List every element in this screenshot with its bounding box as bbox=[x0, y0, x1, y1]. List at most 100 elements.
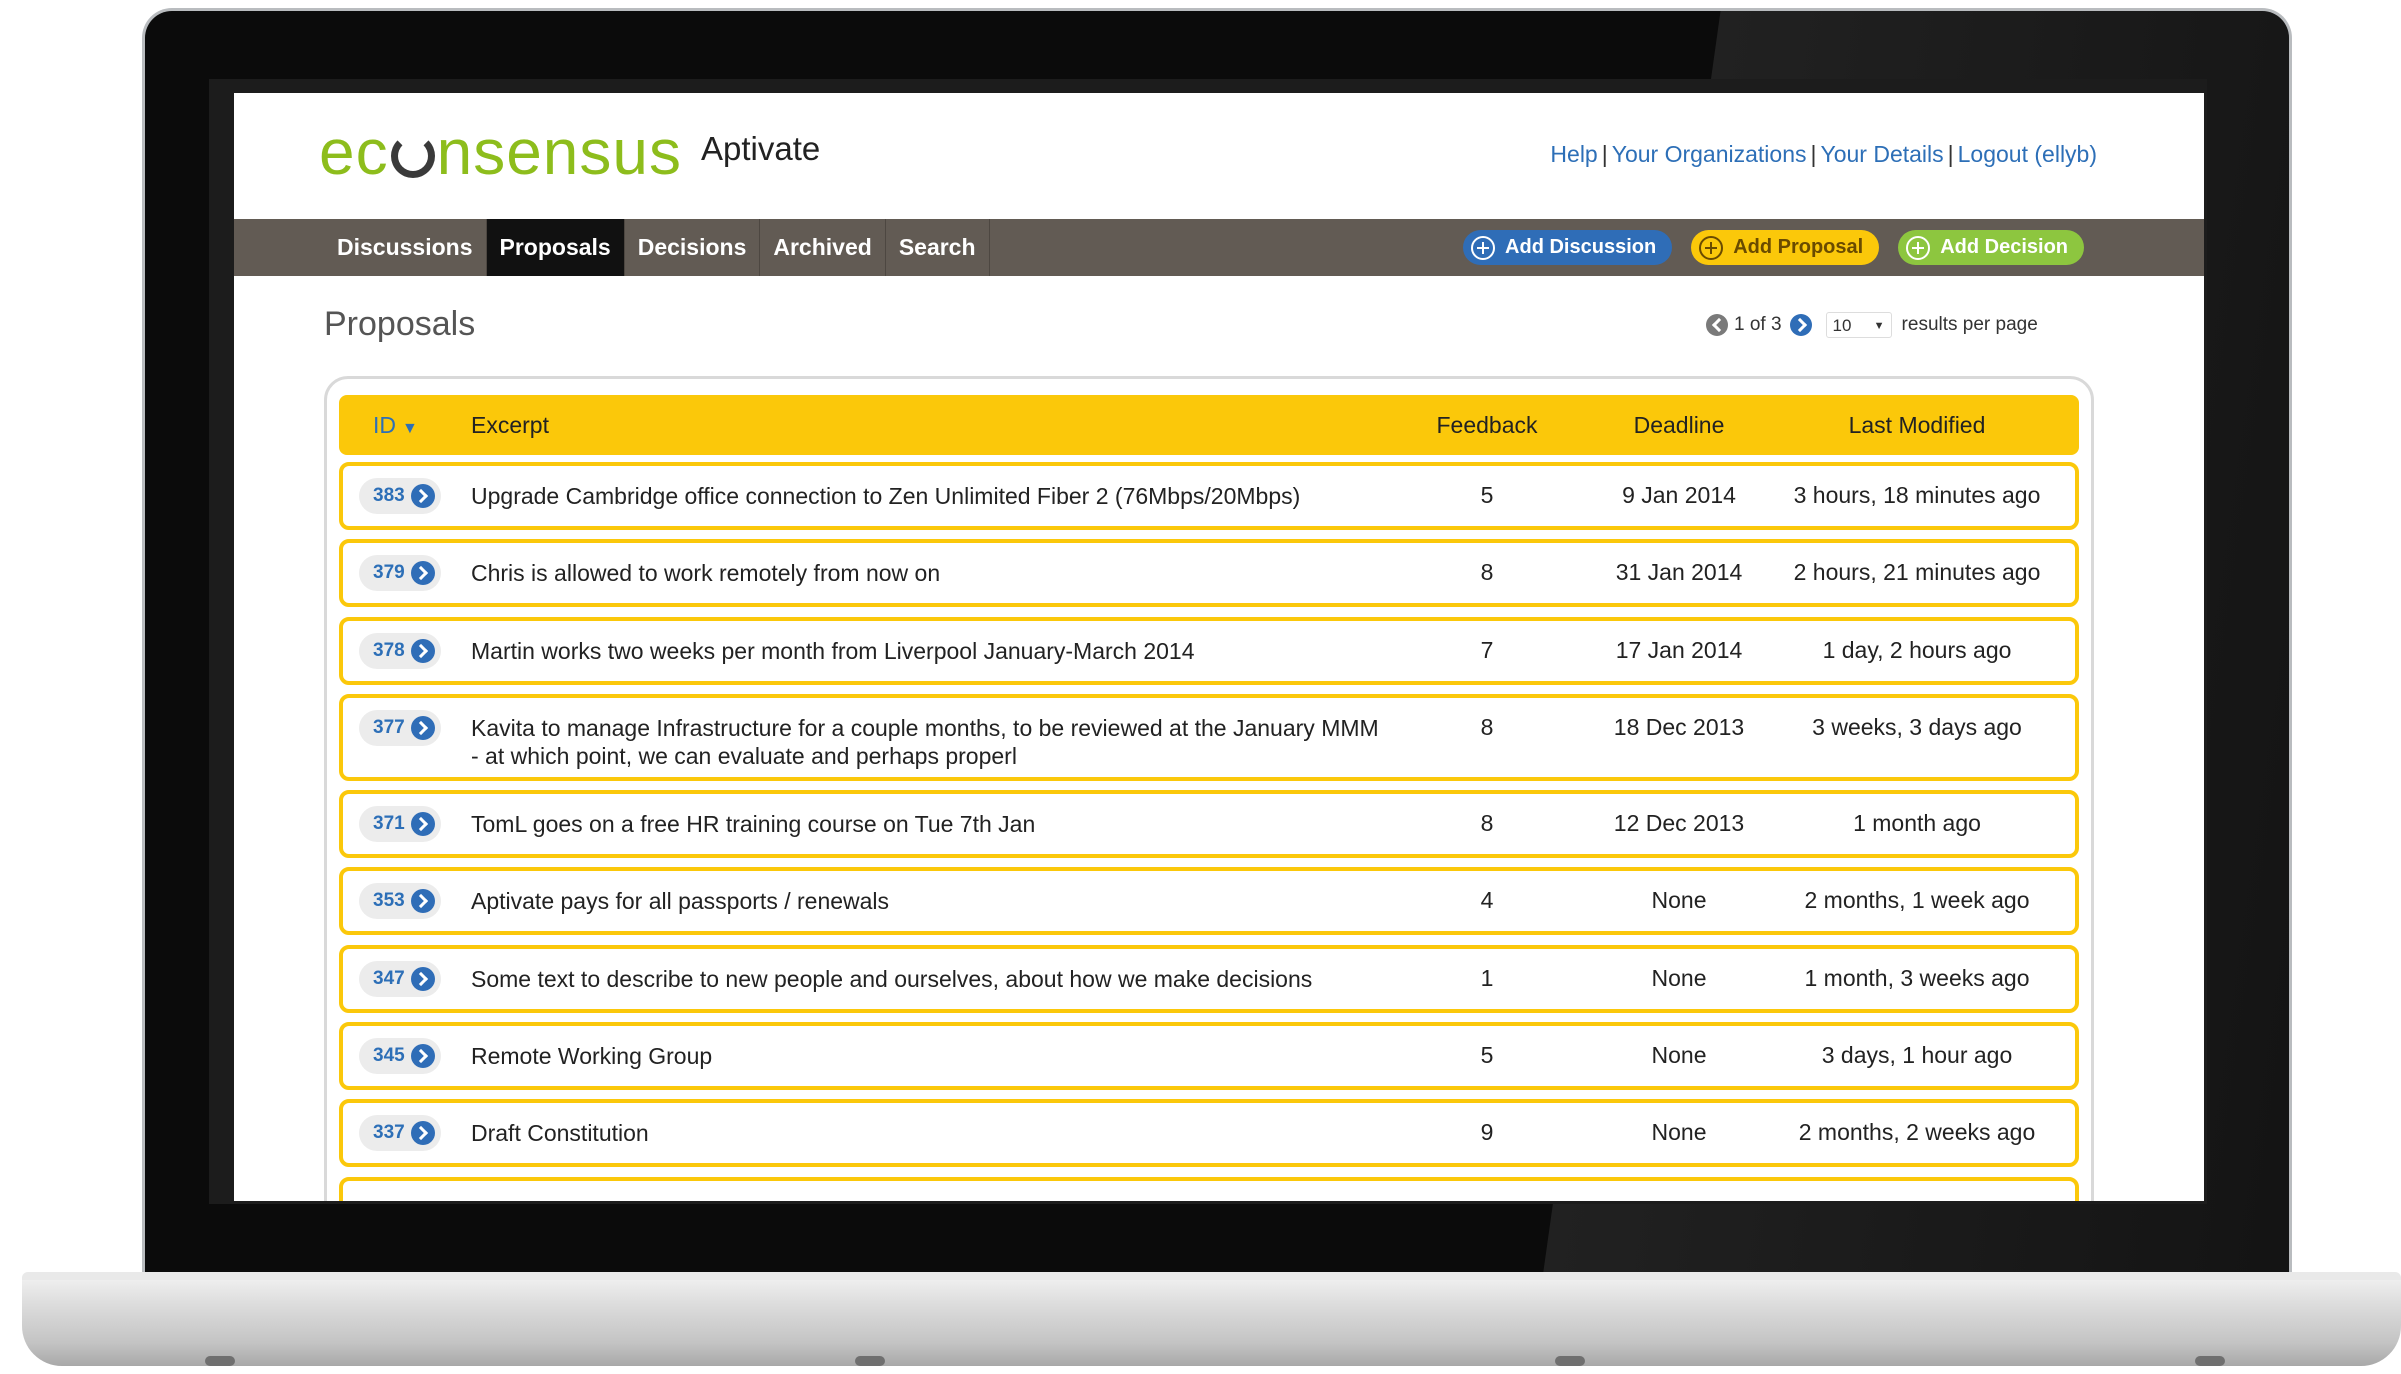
page-title: Proposals bbox=[324, 305, 476, 343]
pagination: 1 of 3 10 results per page bbox=[1706, 312, 2038, 339]
nav-tabs: Discussions Proposals Decisions Archived… bbox=[324, 219, 990, 276]
proposal-id-link[interactable]: 377 bbox=[359, 710, 441, 746]
add-discussion-label: Add Discussion bbox=[1505, 236, 1657, 258]
column-header-deadline[interactable]: Deadline bbox=[1594, 395, 1764, 455]
table-row[interactable]: 379 Chris is allowed to work remotely fr… bbox=[339, 539, 2079, 607]
page-indicator: 1 of 3 bbox=[1734, 314, 1782, 335]
proposal-excerpt[interactable]: Aptivate pays for all passports / renewa… bbox=[471, 887, 1391, 915]
table-row[interactable]: 378 Martin works two weeks per month fro… bbox=[339, 617, 2079, 685]
column-header-excerpt[interactable]: Excerpt bbox=[471, 395, 549, 455]
proposal-id-link[interactable]: 353 bbox=[359, 883, 441, 919]
proposal-excerpt[interactable]: Kavita to manage Infrastructure for a co… bbox=[471, 714, 1391, 770]
proposal-excerpt[interactable]: Remote Working Group bbox=[471, 1042, 1391, 1070]
proposal-id-link[interactable]: 347 bbox=[359, 961, 441, 997]
deadline: 31 Jan 2014 bbox=[1615, 559, 1743, 585]
plus-circle-icon bbox=[1471, 235, 1496, 260]
proposal-excerpt[interactable]: Martin works two weeks per month from Li… bbox=[471, 637, 1391, 665]
tab-archived[interactable]: Archived bbox=[760, 219, 886, 276]
proposal-id-link[interactable]: 379 bbox=[359, 555, 441, 591]
last-modified: 3 hours, 18 minutes ago bbox=[1793, 482, 2041, 508]
proposal-id-link[interactable]: 383 bbox=[359, 478, 441, 514]
logo-ring-icon bbox=[390, 134, 435, 178]
previous-page-icon[interactable] bbox=[1706, 314, 1728, 336]
proposal-id: 378 bbox=[373, 640, 405, 661]
table-row[interactable]: 337 Draft Constitution 9 None 2 months, … bbox=[339, 1099, 2079, 1167]
tab-decisions[interactable]: Decisions bbox=[625, 219, 761, 276]
laptop-foot bbox=[855, 1356, 885, 1366]
plus-circle-icon bbox=[1906, 235, 1931, 260]
arrow-right-circle-icon bbox=[411, 716, 435, 740]
link-separator: | bbox=[1947, 141, 1954, 167]
last-modified: 3 days, 1 hour ago bbox=[1821, 1042, 2013, 1068]
logo-text-prefix: ec bbox=[319, 116, 389, 188]
plus-circle-icon bbox=[1699, 235, 1724, 260]
link-separator: | bbox=[1810, 141, 1817, 167]
laptop-base-edge bbox=[22, 1272, 2401, 1280]
laptop-foot bbox=[1555, 1356, 1585, 1366]
laptop-foot bbox=[2195, 1356, 2225, 1366]
app-header: ec nsensus Aptivate Help | Your Organizatio… bbox=[234, 93, 2204, 205]
econsensus-logo[interactable]: ec nsensus bbox=[319, 115, 682, 189]
feedback-count: 4 bbox=[1480, 887, 1494, 913]
table-row[interactable]: 383 Upgrade Cambridge office connection … bbox=[339, 462, 2079, 530]
proposal-excerpt[interactable]: Chris is allowed to work remotely from n… bbox=[471, 559, 1391, 587]
last-modified: 1 day, 2 hours ago bbox=[1822, 637, 2012, 663]
feedback-count: 8 bbox=[1480, 810, 1494, 836]
proposal-id-link[interactable]: 371 bbox=[359, 806, 441, 842]
column-header-feedback[interactable]: Feedback bbox=[1427, 395, 1547, 455]
sort-descending-icon: ▼ bbox=[402, 420, 418, 437]
table-row[interactable]: 377 Kavita to manage Infrastructure for … bbox=[339, 694, 2079, 781]
logout-link[interactable]: Logout (ellyb) bbox=[1958, 141, 2097, 167]
last-modified: 1 month ago bbox=[1853, 810, 1981, 836]
add-discussion-button[interactable]: Add Discussion bbox=[1463, 230, 1673, 265]
proposal-id: 371 bbox=[373, 813, 405, 834]
last-modified: 3 weeks, 3 days ago bbox=[1812, 714, 2022, 740]
proposal-id-link[interactable]: 345 bbox=[359, 1038, 441, 1074]
table-header: ID ▼ Excerpt Feedback Deadline Last Modif… bbox=[339, 395, 2079, 455]
arrow-right-circle-icon bbox=[411, 639, 435, 663]
table-row[interactable]: 345 Remote Working Group 5 None 3 days, … bbox=[339, 1022, 2079, 1090]
tab-search[interactable]: Search bbox=[886, 219, 990, 276]
proposal-id: 345 bbox=[373, 1045, 405, 1066]
arrow-right-circle-icon bbox=[411, 1121, 435, 1145]
add-decision-label: Add Decision bbox=[1940, 236, 2068, 258]
proposal-excerpt[interactable]: TomL goes on a free HR training course o… bbox=[471, 810, 1391, 838]
proposal-excerpt[interactable]: Some text to describe to new people and … bbox=[471, 965, 1391, 993]
table-row[interactable]: 353 Aptivate pays for all passports / re… bbox=[339, 867, 2079, 935]
add-decision-button[interactable]: Add Decision bbox=[1898, 230, 2084, 265]
proposal-id-link[interactable]: 337 bbox=[359, 1115, 441, 1151]
deadline: 17 Jan 2014 bbox=[1615, 637, 1743, 663]
organization-name: Aptivate bbox=[701, 130, 821, 167]
your-details-link[interactable]: Your Details bbox=[1820, 141, 1943, 167]
arrow-right-circle-icon bbox=[411, 484, 435, 508]
deadline: None bbox=[1651, 965, 1707, 991]
deadline: 9 Jan 2014 bbox=[1622, 482, 1736, 508]
table-row[interactable]: 347 Some text to describe to new people … bbox=[339, 945, 2079, 1013]
your-organizations-link[interactable]: Your Organizations bbox=[1612, 141, 1807, 167]
next-page-icon[interactable] bbox=[1789, 314, 1812, 336]
arrow-right-circle-icon bbox=[411, 812, 435, 836]
table-row-partial[interactable] bbox=[339, 1177, 2079, 1201]
results-per-page-label: results per page bbox=[1901, 314, 2038, 335]
tab-proposals[interactable]: Proposals bbox=[486, 219, 625, 276]
arrow-right-circle-icon bbox=[411, 561, 435, 585]
tab-discussions[interactable]: Discussions bbox=[324, 219, 487, 276]
proposal-id: 377 bbox=[373, 717, 405, 738]
proposal-id-link[interactable]: 378 bbox=[359, 633, 441, 669]
help-link[interactable]: Help bbox=[1550, 141, 1597, 167]
nav-actions: Add Discussion Add Proposal Add Decision bbox=[1463, 230, 2084, 265]
proposal-id: 347 bbox=[373, 968, 405, 989]
feedback-count: 9 bbox=[1480, 1119, 1494, 1145]
column-header-last-modified[interactable]: Last Modified bbox=[1777, 395, 2057, 455]
app-screen: ec nsensus Aptivate Help | Your Organizatio… bbox=[234, 93, 2204, 1201]
feedback-count: 1 bbox=[1480, 965, 1494, 991]
add-proposal-button[interactable]: Add Proposal bbox=[1691, 230, 1880, 265]
arrow-right-circle-icon bbox=[411, 967, 435, 991]
results-per-page-select[interactable]: 10 bbox=[1825, 312, 1892, 339]
feedback-count: 7 bbox=[1480, 637, 1494, 663]
proposal-excerpt[interactable]: Draft Constitution bbox=[471, 1119, 1391, 1147]
proposal-excerpt[interactable]: Upgrade Cambridge office connection to Z… bbox=[471, 482, 1391, 510]
column-header-id[interactable]: ID ▼ bbox=[373, 395, 418, 455]
id-header-label: ID bbox=[373, 412, 396, 438]
table-row[interactable]: 371 TomL goes on a free HR training cour… bbox=[339, 790, 2079, 858]
